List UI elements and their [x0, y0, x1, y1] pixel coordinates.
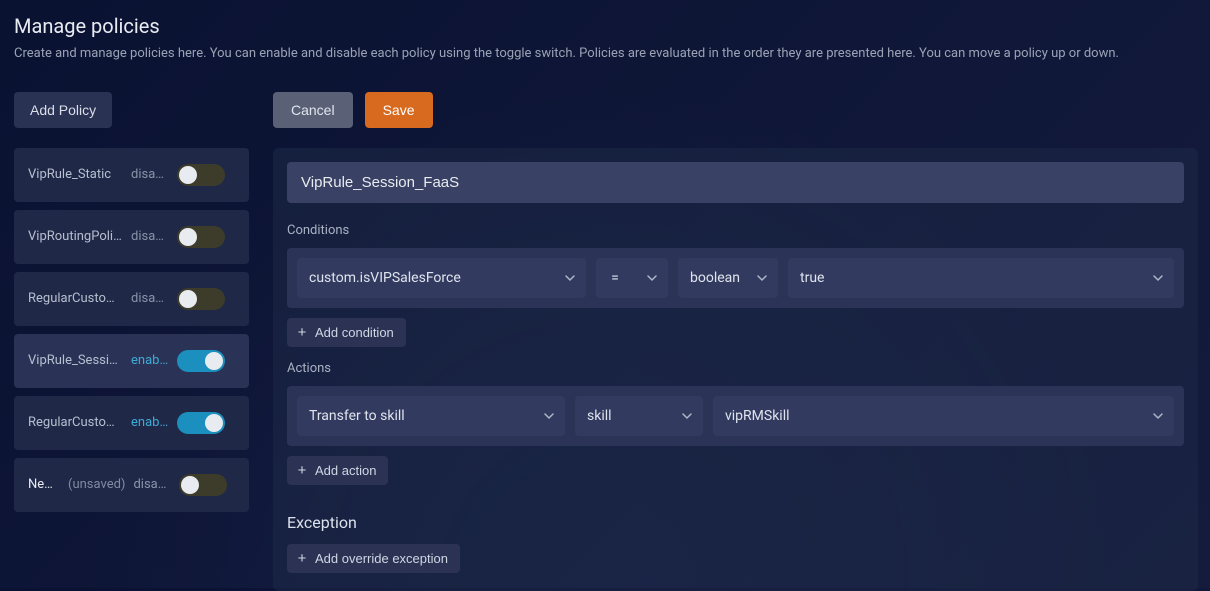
- plus-icon: [295, 463, 309, 477]
- cancel-button[interactable]: Cancel: [273, 92, 353, 128]
- policy-sidebar: Add Policy VipRule_StaticdisabledVipRout…: [14, 92, 249, 512]
- toggle-knob: [179, 166, 197, 184]
- save-button[interactable]: Save: [365, 92, 433, 128]
- policy-item-name: RegularCustomer: [28, 291, 123, 306]
- policy-list-item[interactable]: VipRule_Session_FaaS enabled: [14, 334, 249, 388]
- policy-toggle[interactable]: [177, 288, 225, 310]
- condition-attribute-value: custom.isVIPSalesForce: [309, 270, 461, 286]
- exception-section-label: Exception: [287, 513, 1184, 532]
- add-condition-label: Add condition: [315, 325, 394, 340]
- condition-value-select[interactable]: true: [788, 258, 1174, 298]
- toggle-knob: [181, 476, 199, 494]
- policy-item-name: VipRule_Session_FaaS: [28, 353, 123, 368]
- chevron-down-icon: [1152, 410, 1164, 422]
- policy-list-item[interactable]: VipRoutingPolicy disabled: [14, 210, 249, 264]
- unsaved-tag: (unsaved): [68, 477, 125, 492]
- policy-item-name: VipRule_Static: [28, 167, 123, 182]
- action-target-value-select[interactable]: vipRMSkill: [713, 396, 1174, 436]
- add-action-label: Add action: [315, 463, 376, 478]
- policy-list-item[interactable]: RegularCustomer disabled: [14, 272, 249, 326]
- editor-toolbar: Cancel Save: [273, 92, 1198, 128]
- toggle-knob: [205, 414, 223, 432]
- plus-icon: [295, 325, 309, 339]
- action-target-value-text: vipRMSkill: [725, 408, 790, 424]
- policy-toggle[interactable]: [177, 350, 225, 372]
- action-verb-select[interactable]: Transfer to skill: [297, 396, 565, 436]
- toggle-knob: [179, 290, 197, 308]
- toggle-knob: [179, 228, 197, 246]
- policy-item-status: disabled: [131, 167, 169, 182]
- chevron-down-icon: [1152, 272, 1164, 284]
- policy-item-status: disabled: [133, 477, 171, 492]
- chevron-down-icon: [681, 410, 693, 422]
- policy-item-status: enabled: [131, 353, 169, 368]
- policy-list-item[interactable]: RegularCustomerRouting enabled: [14, 396, 249, 450]
- condition-operator-select[interactable]: =: [596, 258, 668, 298]
- policy-name-input[interactable]: [287, 162, 1184, 203]
- policy-toggle[interactable]: [177, 164, 225, 186]
- policy-item-status: enabled: [131, 415, 169, 430]
- chevron-down-icon: [646, 272, 658, 284]
- policy-editor-panel: Conditions custom.isVIPSalesForce = bool…: [273, 148, 1198, 591]
- chevron-down-icon: [756, 272, 768, 284]
- condition-type-value: boolean: [690, 270, 740, 286]
- actions-section-label: Actions: [287, 361, 1184, 376]
- policy-item-status: disabled: [131, 229, 169, 244]
- policy-item-name: VipRoutingPolicy: [28, 229, 123, 244]
- add-exception-button[interactable]: Add override exception: [287, 544, 460, 573]
- add-policy-button[interactable]: Add Policy: [14, 92, 112, 128]
- action-target-type-select[interactable]: skill: [575, 396, 703, 436]
- condition-type-select[interactable]: boolean: [678, 258, 778, 298]
- chevron-down-icon: [543, 410, 555, 422]
- plus-icon: [295, 551, 309, 565]
- page-description: Create and manage policies here. You can…: [14, 44, 1198, 64]
- chevron-down-icon: [564, 272, 576, 284]
- page-title: Manage policies: [14, 14, 1198, 38]
- action-row: Transfer to skill skill vipRMSkill: [287, 386, 1184, 446]
- policy-toggle[interactable]: [177, 226, 225, 248]
- policy-item-name: New policy: [28, 477, 60, 492]
- policy-toggle[interactable]: [177, 412, 225, 434]
- condition-value-text: true: [800, 270, 824, 286]
- condition-attribute-select[interactable]: custom.isVIPSalesForce: [297, 258, 586, 298]
- condition-row: custom.isVIPSalesForce = boolean true: [287, 248, 1184, 308]
- policy-list: VipRule_Static disabled VipRoutingPolicy di…: [14, 148, 249, 512]
- action-target-type-value: skill: [587, 408, 612, 424]
- policy-toggle[interactable]: [179, 474, 227, 496]
- conditions-section-label: Conditions: [287, 223, 1184, 238]
- action-verb-value: Transfer to skill: [309, 408, 405, 424]
- policy-item-status: disabled: [131, 291, 169, 306]
- add-exception-label: Add override exception: [315, 551, 448, 566]
- condition-operator-value: =: [611, 270, 619, 286]
- toggle-knob: [205, 352, 223, 370]
- policy-list-item[interactable]: New policy (unsaved) disabled: [14, 458, 249, 512]
- policy-item-name: RegularCustomerRouting: [28, 415, 123, 430]
- add-condition-button[interactable]: Add condition: [287, 318, 406, 347]
- add-action-button[interactable]: Add action: [287, 456, 388, 485]
- policy-list-item[interactable]: VipRule_Static disabled: [14, 148, 249, 202]
